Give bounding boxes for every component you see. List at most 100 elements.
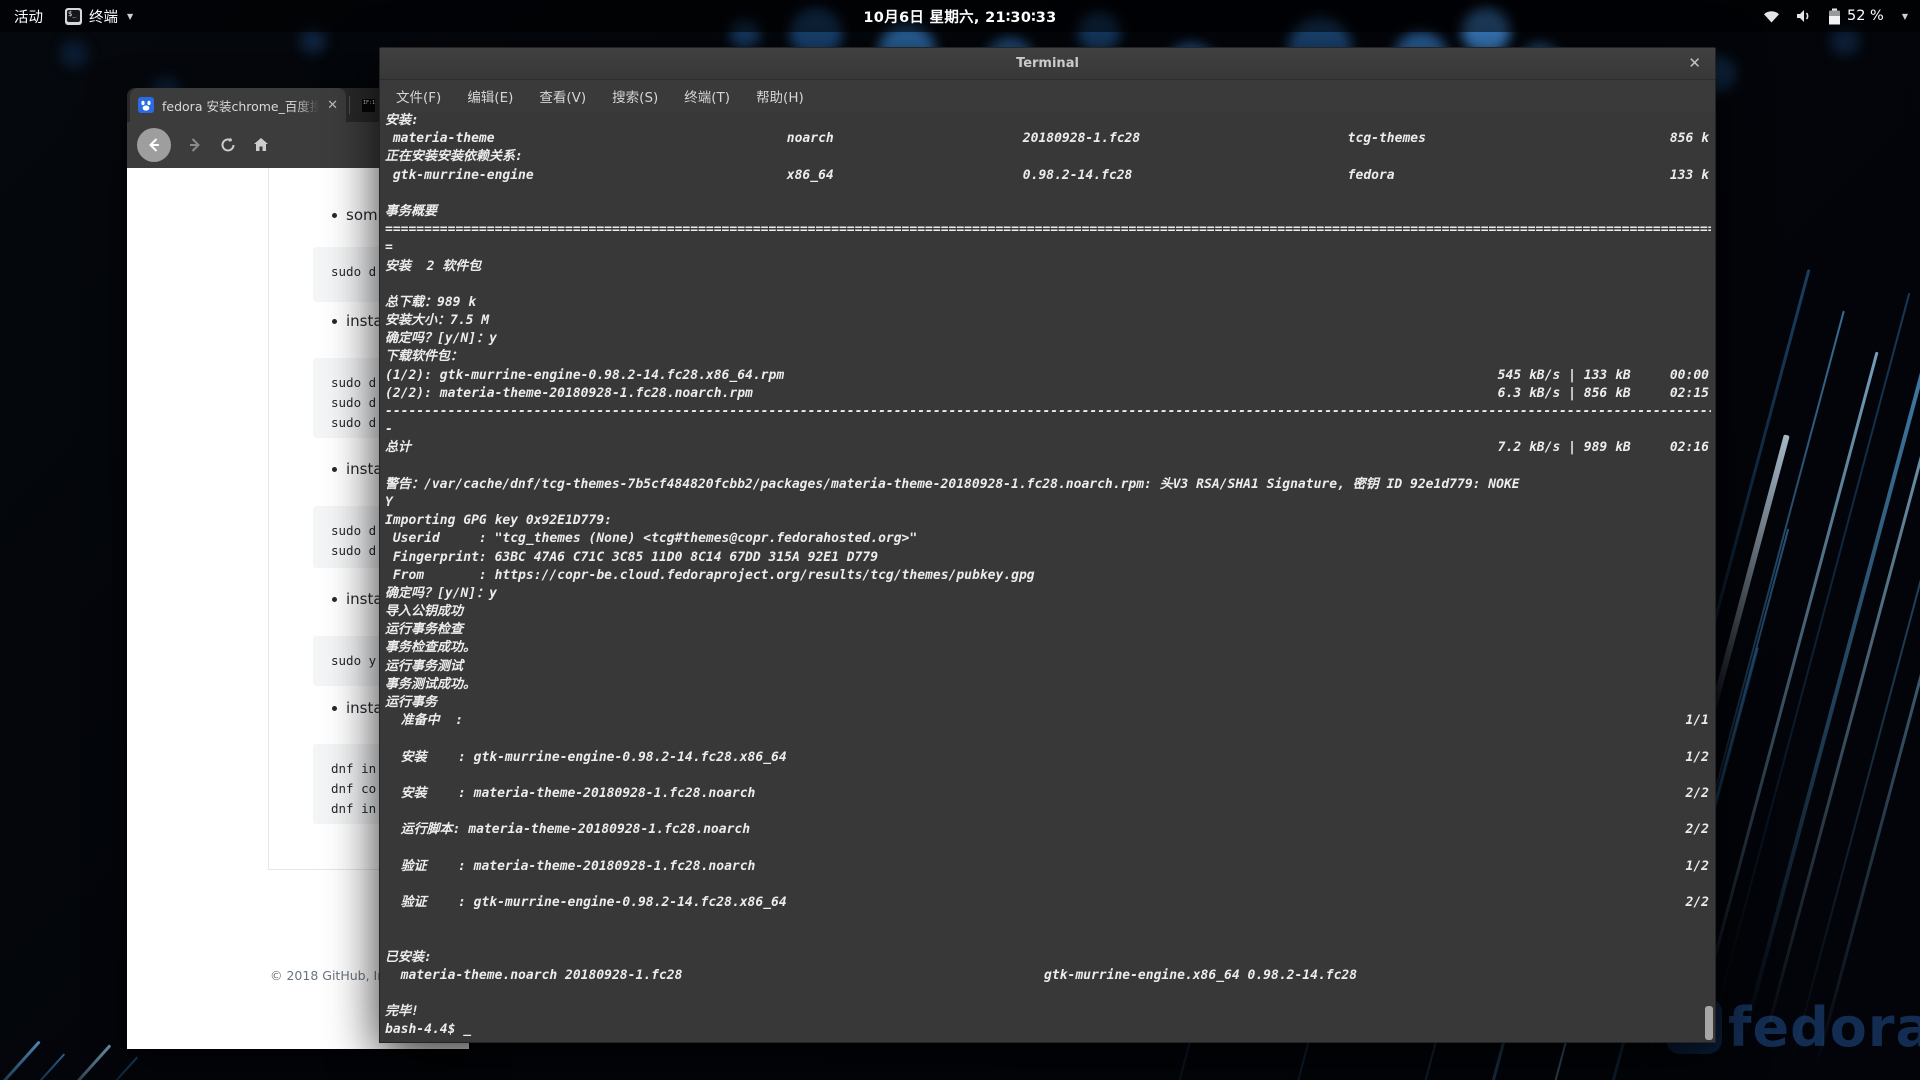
menu-item-3[interactable]: 搜索(S) <box>612 86 658 106</box>
terminal-line: 确定吗？[y/N]：y <box>385 585 497 601</box>
terminal-line: materia-theme noarch 20180928-1.fc28 tcg-th… <box>385 131 1709 147</box>
app-menu-label: 终端 <box>89 9 118 26</box>
terminal-cursor: _ <box>463 1022 472 1038</box>
menu-item-0[interactable]: 文件(F) <box>396 86 441 106</box>
wallpaper-fiber <box>1741 341 1920 1039</box>
terminal-line: Importing GPG key 0x92E1D779: <box>385 513 612 529</box>
activities-button[interactable]: 活动 <box>14 6 43 27</box>
terminal-line: 确定吗？[y/N]：y <box>385 331 497 347</box>
terminal-line: 警告：/var/cache/dnf/tcg-themes-7b5cf484820… <box>385 476 1520 492</box>
list-item: insta <box>332 699 383 717</box>
system-tray[interactable]: 52 % ▼ <box>1763 8 1908 25</box>
scrollbar-thumb[interactable] <box>1705 1006 1713 1040</box>
terminal-line: 运行脚本: materia-theme-20180928-1.fc28.noar… <box>385 822 1709 838</box>
terminal-line: 验证 : materia-theme-20180928-1.fc28.noarc… <box>385 858 1709 874</box>
terminal-line: From : https://copr-be.cloud.fedoraproje… <box>385 567 1035 583</box>
page-footer-copyright: © 2018 GitHub, Inc. <box>270 968 396 983</box>
window-title: Terminal <box>1016 56 1079 71</box>
menu-item-5[interactable]: 帮助(H) <box>756 86 804 106</box>
terminal-line: 事务测试成功。 <box>385 676 477 692</box>
terminal-line: = <box>385 240 393 256</box>
terminal-line: 安装 2 软件包 <box>385 258 482 274</box>
close-icon[interactable]: ✕ <box>1688 48 1701 80</box>
tab-close-icon[interactable]: ✕ <box>327 99 338 112</box>
terminal-line: 运行事务 <box>385 695 438 710</box>
terminal-line: 下载软件包： <box>385 349 464 365</box>
battery-icon <box>1829 8 1840 24</box>
back-button[interactable] <box>137 128 171 162</box>
terminal-line: - <box>385 422 393 438</box>
chevron-down-icon: ▼ <box>127 11 134 21</box>
terminal-line: 运行事务检查 <box>385 622 464 638</box>
terminal-line: 运行事务测试 <box>385 658 464 674</box>
list-item: som <box>332 206 378 224</box>
tab2-favicon: IF:1 <box>361 97 376 113</box>
terminal-line: 安装 : materia-theme-20180928-1.fc28.noarc… <box>385 785 1709 801</box>
terminal-line: ----------------------------------------… <box>385 404 1711 419</box>
list-item: insta <box>332 590 383 608</box>
terminal-line: 总计 7.2 kB/s | 989 kB 02:16 <box>385 440 1709 456</box>
wifi-icon <box>1764 10 1779 22</box>
list-item: insta <box>332 460 383 478</box>
terminal-line: 安装 : gtk-murrine-engine-0.98.2-14.fc28.x… <box>385 749 1709 765</box>
terminal-line: 正在安装安装依赖关系: <box>385 149 523 165</box>
app-menu-terminal[interactable]: $_ 终端 ▼ <box>65 6 133 27</box>
terminal-line: 事务概要 <box>385 203 438 219</box>
tab-title: fedora 安装chrome_百度搜 <box>162 98 320 114</box>
home-icon[interactable] <box>252 136 270 154</box>
page-sidebar-border <box>268 168 269 869</box>
volume-icon <box>1797 10 1809 22</box>
desktop: f fedora 活动 $_ 终端 ▼ 10月6日 星期六, 21∶30∶33 <box>0 0 1920 1080</box>
tab-separator <box>349 96 350 114</box>
terminal-line: 安装大小：7.5 M <box>385 313 490 329</box>
tray-caret-icon: ▼ <box>1901 11 1908 21</box>
forward-icon[interactable] <box>186 136 204 154</box>
wallpaper-bokeh <box>60 40 88 68</box>
terminal-line: 完毕! <box>385 1004 419 1020</box>
wallpaper-fiber <box>0 1040 41 1080</box>
browser-tab-active[interactable]: fedora 安装chrome_百度搜 ✕ <box>130 88 346 122</box>
activities-label: 活动 <box>14 9 43 26</box>
menu-item-4[interactable]: 终端(T) <box>684 86 730 106</box>
wallpaper-fiber <box>1711 292 1911 1028</box>
terminal-line: Userid : "tcg_themes (None) <tcg#themes@… <box>385 531 918 547</box>
list-item: insta <box>332 312 383 330</box>
wallpaper-fiber <box>55 1044 112 1080</box>
terminal-line: gtk-murrine-engine x86_64 0.98.2-14.fc28 fe… <box>385 167 1709 183</box>
terminal-line: 已安装: <box>385 949 432 965</box>
terminal-titlebar[interactable]: Terminal ✕ <box>380 48 1715 80</box>
terminal-line: 验证 : gtk-murrine-engine-0.98.2-14.fc28.x… <box>385 895 1709 911</box>
terminal-line: Y <box>385 494 393 510</box>
terminal-menubar: 文件(F) 编辑(E) 查看(V) 搜索(S) 终端(T) 帮助(H) <box>380 80 1715 111</box>
terminal-output[interactable]: 安装: materia-theme noarch 20180928-1.fc28 tc… <box>380 111 1715 1043</box>
terminal-line: 安装: <box>385 113 419 128</box>
battery-percent: 52 % <box>1847 8 1884 24</box>
terminal-window: Terminal ✕ 文件(F) 编辑(E) 查看(V) 搜索(S) 终端(T) 帮助(H… <box>379 47 1716 1043</box>
terminal-line: 总下载：989 k <box>385 294 477 310</box>
baidu-favicon <box>138 97 154 113</box>
terminal-line: (2/2): materia-theme-20180928-1.fc28.noa… <box>385 385 1709 401</box>
wallpaper-fiber <box>1814 391 1920 1069</box>
gnome-top-bar: 活动 $_ 终端 ▼ 10月6日 星期六, 21∶30∶33 52 % ▼ <box>0 0 1920 32</box>
menu-item-1[interactable]: 编辑(E) <box>467 86 513 106</box>
terminal-line: materia-theme.noarch 20180928-1.fc28 gtk-… <box>385 967 1358 983</box>
terminal-line: bash-4.4$ _ <box>385 1022 472 1038</box>
terminal-line: 导入公钥成功 <box>385 604 464 620</box>
menu-item-2[interactable]: 查看(V) <box>539 86 586 106</box>
clock[interactable]: 10月6日 星期六, 21∶30∶33 <box>0 6 1920 27</box>
terminal-line: (1/2): gtk-murrine-engine-0.98.2-14.fc28… <box>385 367 1709 383</box>
terminal-line: Fingerprint: 63BC 47A6 C71C 3C85 11D0 8C… <box>385 549 879 565</box>
terminal-line: 准备中 :1/1 <box>385 713 1709 729</box>
reload-icon[interactable] <box>219 136 237 154</box>
